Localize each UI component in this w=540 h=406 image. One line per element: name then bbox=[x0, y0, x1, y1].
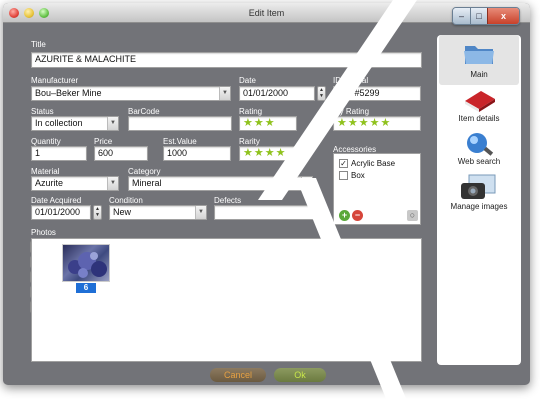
date-field[interactable]: 01/01/2000 bbox=[239, 86, 315, 101]
my-rating-label: My Rating bbox=[333, 107, 370, 116]
camera-icon bbox=[461, 174, 496, 199]
material-combo[interactable]: Azurite ▼ bbox=[31, 176, 119, 191]
manufacturer-value: Bou–Beker Mine bbox=[35, 88, 102, 98]
barcode-field[interactable] bbox=[128, 116, 232, 131]
defects-label: Defects bbox=[214, 196, 242, 205]
nav-item-label: Web search bbox=[457, 157, 501, 166]
defects-field[interactable] bbox=[214, 205, 323, 220]
chevron-down-icon[interactable]: ▼ bbox=[195, 206, 206, 219]
photos-panel: 6 bbox=[31, 238, 422, 362]
photo-thumbnail[interactable] bbox=[62, 244, 110, 282]
window-title: Edit Item bbox=[248, 8, 285, 18]
chevron-down-icon[interactable]: ▼ bbox=[219, 87, 230, 100]
manufacturer-label: Manufacturer bbox=[31, 76, 79, 85]
rarity-label: Rarity bbox=[239, 137, 260, 146]
book-icon bbox=[465, 91, 495, 112]
folder-icon bbox=[464, 46, 494, 64]
nav-item-item-details[interactable]: Item details bbox=[439, 87, 519, 127]
condition-value: New bbox=[113, 207, 132, 217]
id-serial-field[interactable]: .SC #5299 bbox=[333, 86, 421, 101]
material-label: Material bbox=[31, 167, 60, 176]
title-label: Title bbox=[31, 40, 46, 49]
accessory-label: Acrylic Base bbox=[351, 159, 396, 168]
title-bar: Edit Item – □ x bbox=[3, 3, 530, 25]
rarity-stars[interactable]: ★★★★ bbox=[239, 146, 297, 161]
date-label: Date bbox=[239, 76, 256, 85]
nav-item-main[interactable]: Main bbox=[439, 35, 519, 85]
window-controls: – □ x bbox=[452, 7, 520, 25]
quantity-field[interactable]: 1 bbox=[31, 146, 87, 161]
nav-item-label: Manage images bbox=[450, 202, 508, 211]
chevron-down-icon[interactable]: ▼ bbox=[107, 117, 118, 130]
maximize-button[interactable]: □ bbox=[470, 8, 487, 24]
est-value-field[interactable]: 1000 bbox=[163, 146, 231, 161]
nav-item-manage-images[interactable]: Manage images bbox=[439, 173, 519, 213]
material-value: Azurite bbox=[35, 178, 64, 188]
barcode-label: BarCode bbox=[128, 107, 160, 116]
remove-accessory-button[interactable]: − bbox=[352, 210, 363, 221]
edit-item-window: Edit Item – □ x Title AZURITE & MALACHIT… bbox=[3, 3, 530, 385]
status-value: In collection bbox=[35, 118, 83, 128]
manufacturer-combo[interactable]: Bou–Beker Mine ▼ bbox=[31, 86, 231, 101]
status-combo[interactable]: In collection ▼ bbox=[31, 116, 119, 131]
rating-label: Rating bbox=[239, 107, 263, 116]
accessory-checkbox-box[interactable] bbox=[339, 171, 348, 180]
condition-label: Condition bbox=[109, 196, 143, 205]
price-label: Price bbox=[94, 137, 113, 146]
globe-search-icon bbox=[467, 133, 494, 156]
id-serial-label: ID / Serial bbox=[333, 76, 369, 85]
minimize-button[interactable]: – bbox=[453, 8, 470, 24]
side-navigation: Main Item details Web search Manage imag… bbox=[437, 35, 521, 365]
nav-item-label: Main bbox=[470, 70, 488, 79]
price-field[interactable]: 600 bbox=[94, 146, 148, 161]
date-acquired-label: Date Acquired bbox=[31, 196, 82, 205]
quantity-label: Quantity bbox=[31, 137, 61, 146]
date-acquired-field[interactable]: 01/01/2000 bbox=[31, 205, 91, 220]
accessory-checkbox-acrylic-base[interactable]: ✓ bbox=[339, 159, 348, 168]
rating-stars[interactable]: ★★★ bbox=[239, 116, 297, 131]
my-rating-stars[interactable]: ★★★★★ bbox=[333, 116, 421, 131]
status-label: Status bbox=[31, 107, 54, 116]
category-label: Category bbox=[128, 167, 161, 176]
chevron-down-icon[interactable]: ▼ bbox=[301, 177, 312, 190]
date-acquired-stepper[interactable]: ▲ ▼ bbox=[93, 205, 102, 220]
mineral-photo-icon bbox=[68, 252, 107, 278]
est-value-label: Est.Value bbox=[163, 137, 197, 146]
condition-combo[interactable]: New ▼ bbox=[109, 205, 207, 220]
nav-item-web-search[interactable]: Web search bbox=[439, 131, 519, 169]
title-field[interactable]: AZURITE & MALACHITE bbox=[31, 52, 422, 68]
date-stepper[interactable]: ▲ ▼ bbox=[317, 86, 326, 101]
cancel-button[interactable]: Cancel bbox=[210, 368, 266, 382]
add-accessory-button[interactable]: + bbox=[339, 210, 350, 221]
close-button[interactable]: x bbox=[487, 8, 519, 24]
ok-button[interactable]: Ok bbox=[274, 368, 326, 382]
chevron-down-icon[interactable]: ▼ bbox=[107, 177, 118, 190]
category-combo[interactable]: Mineral ▼ bbox=[128, 176, 313, 191]
nav-item-label: Item details bbox=[458, 114, 500, 123]
photos-label: Photos bbox=[31, 228, 56, 237]
edit-accessory-button[interactable]: ○ bbox=[407, 210, 418, 221]
category-value: Mineral bbox=[132, 178, 162, 188]
accessory-label: Box bbox=[351, 171, 365, 180]
photo-number-badge: 6 bbox=[76, 283, 96, 293]
accessories-list: ✓ Acrylic Base Box + − ○ bbox=[333, 153, 421, 225]
